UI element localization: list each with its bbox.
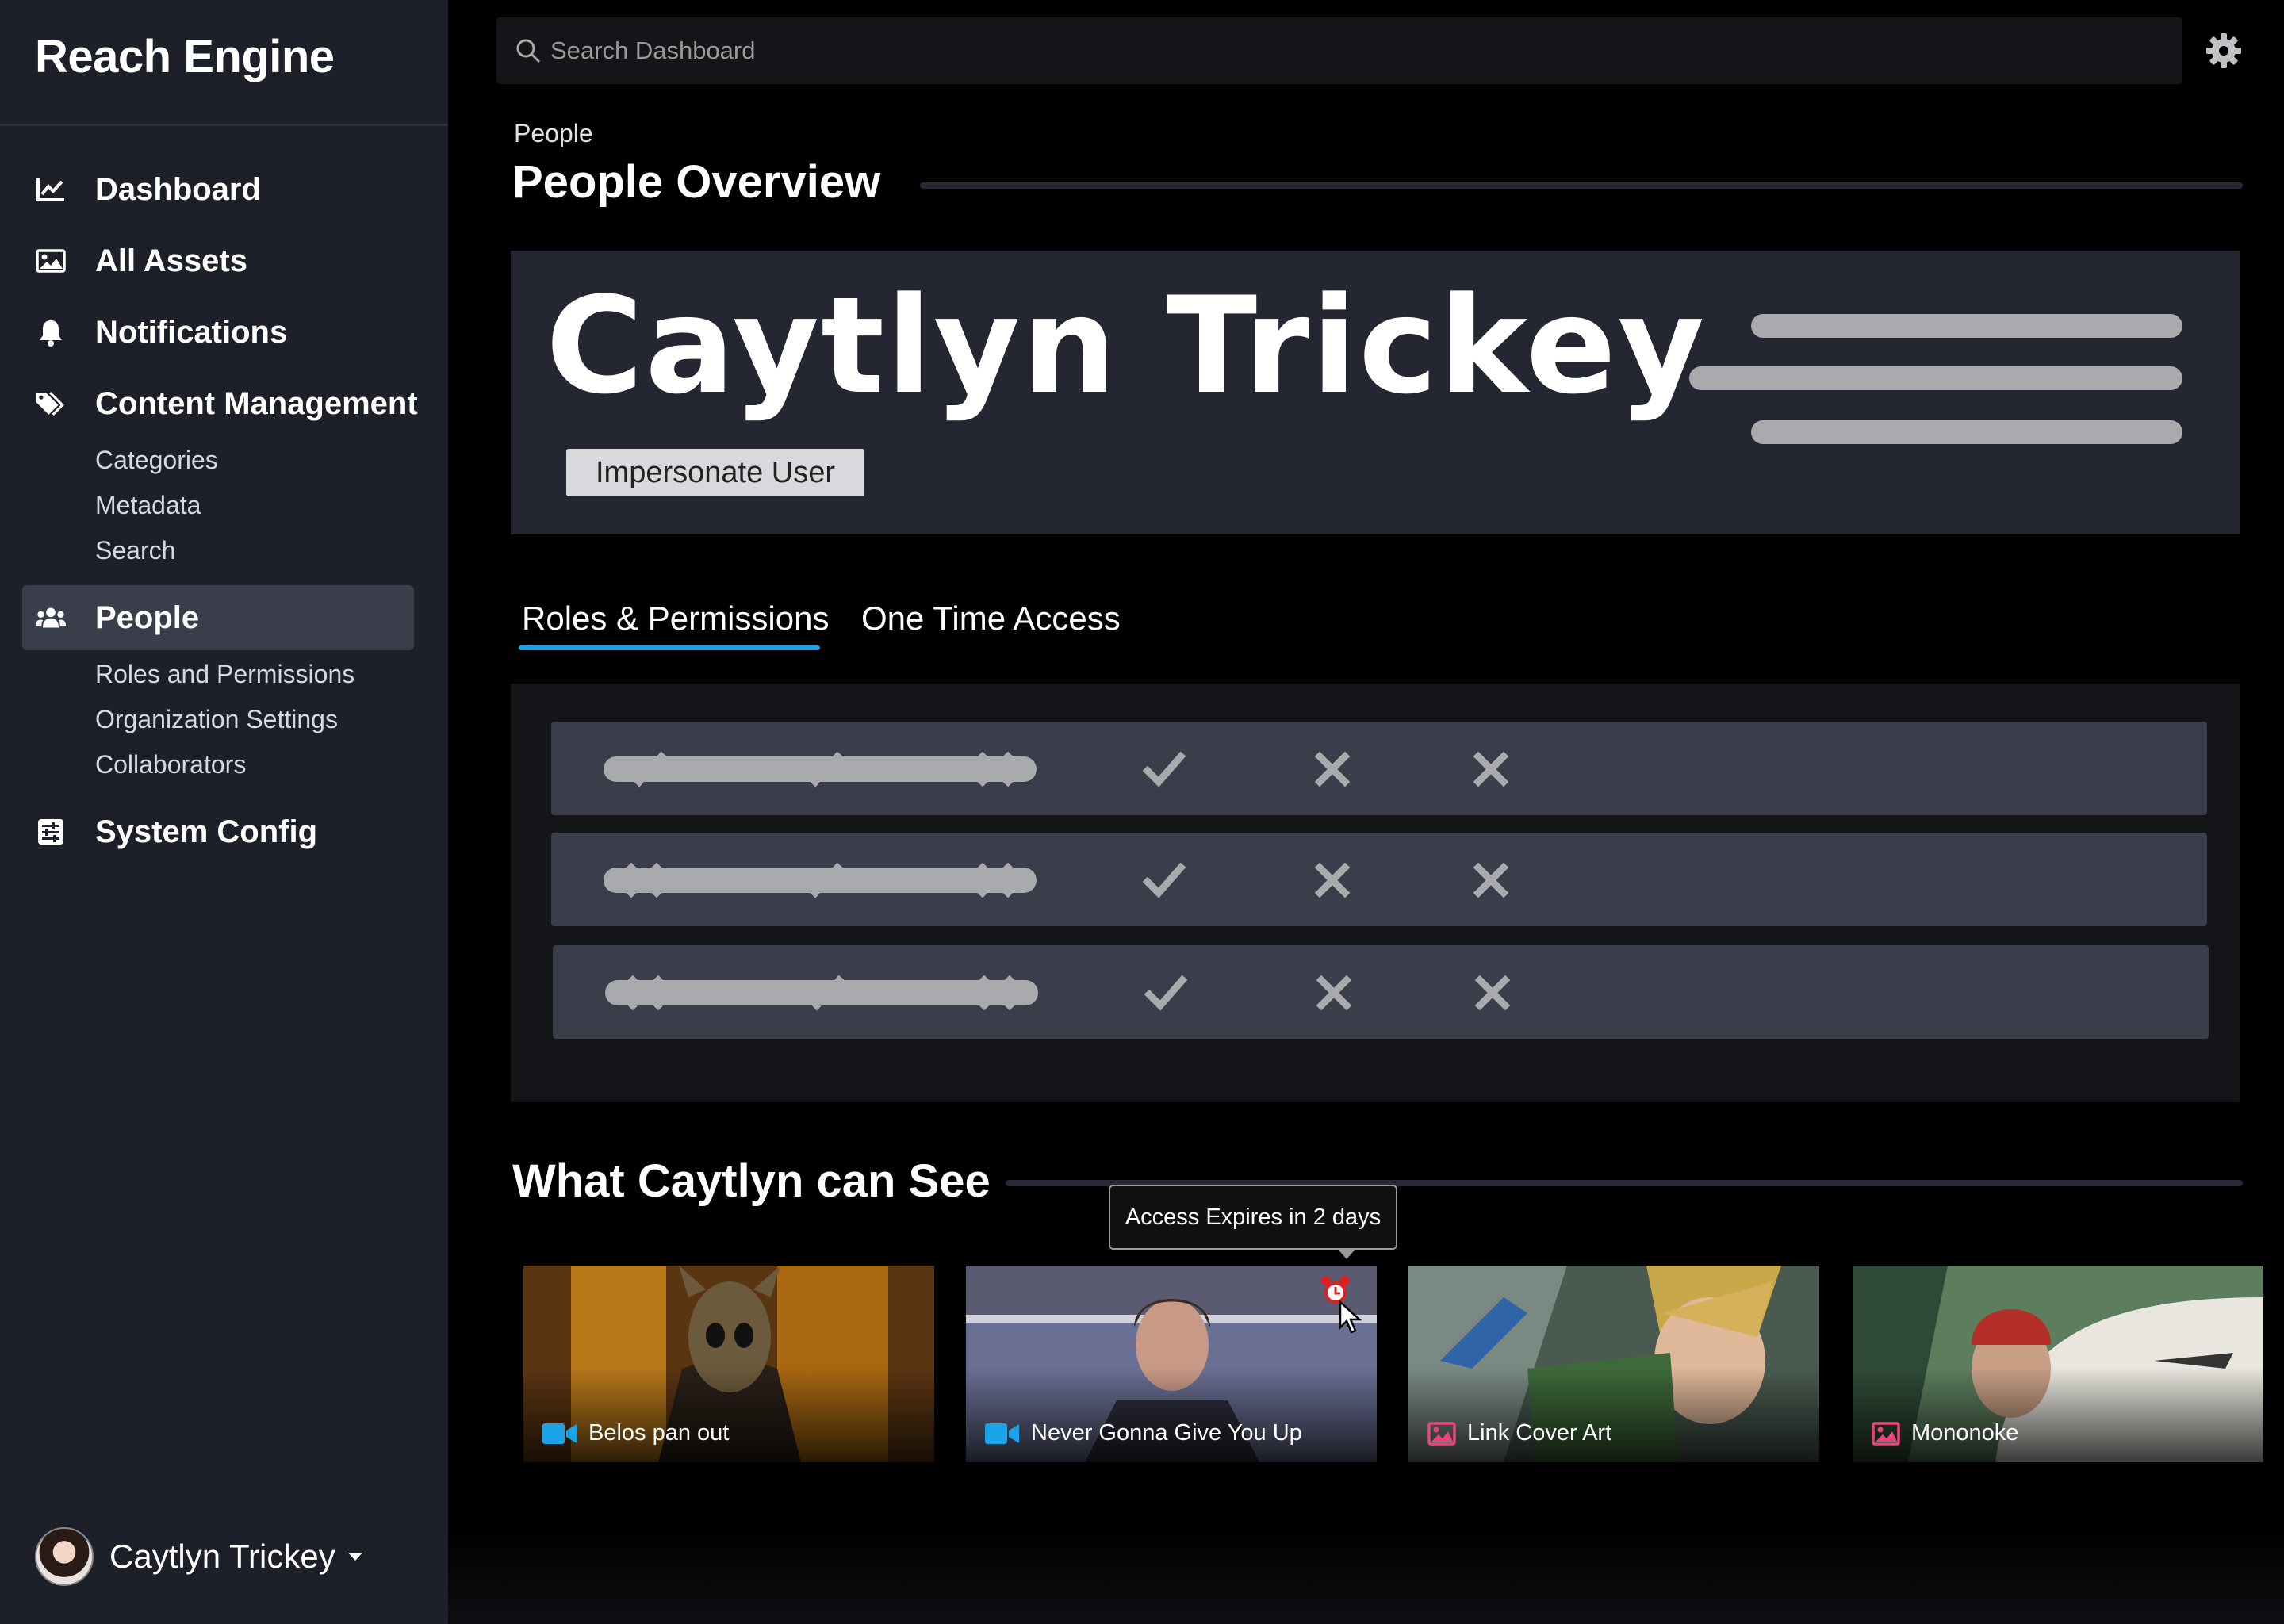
check-icon[interactable] [622,747,666,791]
sidebar-item-label: Dashboard [95,171,261,207]
asset-title: Mononoke [1911,1420,2019,1446]
main-footer-fade [448,1530,2284,1624]
sidebar-item-label: Content Management [95,385,418,421]
asset-label: Never Gonna Give You Up [985,1420,1302,1446]
asset-title: Link Cover Art [1467,1420,1612,1446]
profile-header-card: Caytlyn Trickey Impersonate User [511,251,2240,534]
asset-card[interactable]: Belos pan out [523,1266,934,1462]
x-icon[interactable] [1312,971,1356,1015]
check-icon[interactable] [798,858,842,902]
tags-icon [35,388,67,419]
sidebar-item-all-assets[interactable]: All Assets [22,228,414,293]
sidebar-subitem-metadata[interactable]: Metadata [95,491,201,520]
section-title: What Caytlyn can See [512,1155,991,1207]
x-icon[interactable] [623,971,668,1015]
sidebar: Reach Engine Dashboard All Assets Notifi… [0,0,448,1624]
title-rule [920,182,2243,189]
permissions-panel [511,684,2240,1102]
x-icon[interactable] [975,971,1019,1015]
thumbnail-shade [1853,1367,2263,1462]
sidebar-item-label: Notifications [95,314,288,350]
permission-row [551,722,2207,815]
x-icon[interactable] [1310,858,1355,902]
video-icon [542,1423,577,1444]
active-tab-indicator [519,645,820,650]
page-title: People Overview [512,156,881,208]
placeholder-line [1751,314,2182,338]
sidebar-item-system-config[interactable]: System Config [22,799,414,864]
check-icon[interactable] [799,971,844,1015]
x-icon[interactable] [973,747,1017,791]
tooltip: Access Expires in 2 days [1109,1185,1397,1250]
sidebar-item-notifications[interactable]: Notifications [22,300,414,365]
image-icon [35,245,67,277]
sidebar-item-label: All Assets [95,243,247,278]
placeholder-line [1751,420,2182,444]
sidebar-item-label: People [95,599,200,635]
asset-label: Belos pan out [542,1420,729,1446]
asset-card[interactable]: Never Gonna Give You Up [966,1266,1377,1462]
gear-icon[interactable] [2205,32,2243,70]
mouse-cursor-icon [1339,1300,1362,1334]
impersonate-user-button[interactable]: Impersonate User [566,449,864,496]
x-icon[interactable] [1469,747,1513,791]
x-icon[interactable] [1310,747,1355,791]
sidebar-subitem-search[interactable]: Search [95,536,175,565]
asset-title: Belos pan out [588,1420,730,1446]
permission-row [553,945,2209,1039]
asset-title: Never Gonna Give You Up [1031,1420,1302,1446]
asset-card[interactable]: Link Cover Art [1408,1266,1819,1462]
tab-roles-permissions[interactable]: Roles & Permissions [522,599,829,638]
asset-label: Link Cover Art [1428,1420,1611,1446]
x-icon[interactable] [1470,971,1515,1015]
search-bar[interactable] [496,17,2182,84]
chevron-down-icon [347,1553,362,1561]
search-input[interactable] [550,36,2057,65]
sidebar-item-label: System Config [95,814,318,849]
search-icon [516,39,541,63]
sidebar-item-content-management[interactable]: Content Management [22,371,418,436]
sidebar-item-people[interactable]: People [22,585,414,650]
person-name: Caytlyn Trickey [546,268,1707,423]
thumbnail-shade [523,1367,934,1462]
x-icon[interactable] [622,858,666,902]
thumbnail-shade [1408,1367,1819,1462]
image-icon [1428,1421,1456,1446]
video-icon [985,1423,1019,1444]
tooltip-arrow [1337,1248,1356,1259]
sidebar-subitem-roles-and-permissions[interactable]: Roles and Permissions [95,660,354,689]
users-icon [35,602,67,634]
thumbnail-shade [966,1367,1377,1462]
sidebar-subitem-collaborators[interactable]: Collaborators [95,750,246,779]
check-icon[interactable] [798,747,842,791]
check-icon[interactable] [1141,747,1186,791]
avatar [35,1527,94,1586]
check-icon[interactable] [1141,858,1186,902]
divider [0,124,448,126]
sidebar-subitem-categories[interactable]: Categories [95,446,218,475]
sidebar-item-dashboard[interactable]: Dashboard [22,157,414,222]
asset-label: Mononoke [1872,1420,2018,1446]
check-icon[interactable] [1143,971,1187,1015]
tab-one-time-access[interactable]: One Time Access [861,599,1121,638]
x-icon[interactable] [1469,858,1513,902]
sidebar-subitem-organization-settings[interactable]: Organization Settings [95,705,338,734]
asset-card[interactable]: Mononoke [1853,1266,2263,1462]
user-menu[interactable]: Caytlyn Trickey [35,1527,362,1586]
user-name: Caytlyn Trickey [109,1538,335,1575]
chart-line-icon [35,174,67,205]
sliders-icon [35,816,67,848]
image-icon [1872,1421,1900,1446]
bell-icon [35,316,67,348]
placeholder-line [1689,366,2182,390]
breadcrumb[interactable]: People [514,119,593,148]
x-icon[interactable] [973,858,1017,902]
brand-logo: Reach Engine [35,31,335,82]
permission-row [551,833,2207,926]
